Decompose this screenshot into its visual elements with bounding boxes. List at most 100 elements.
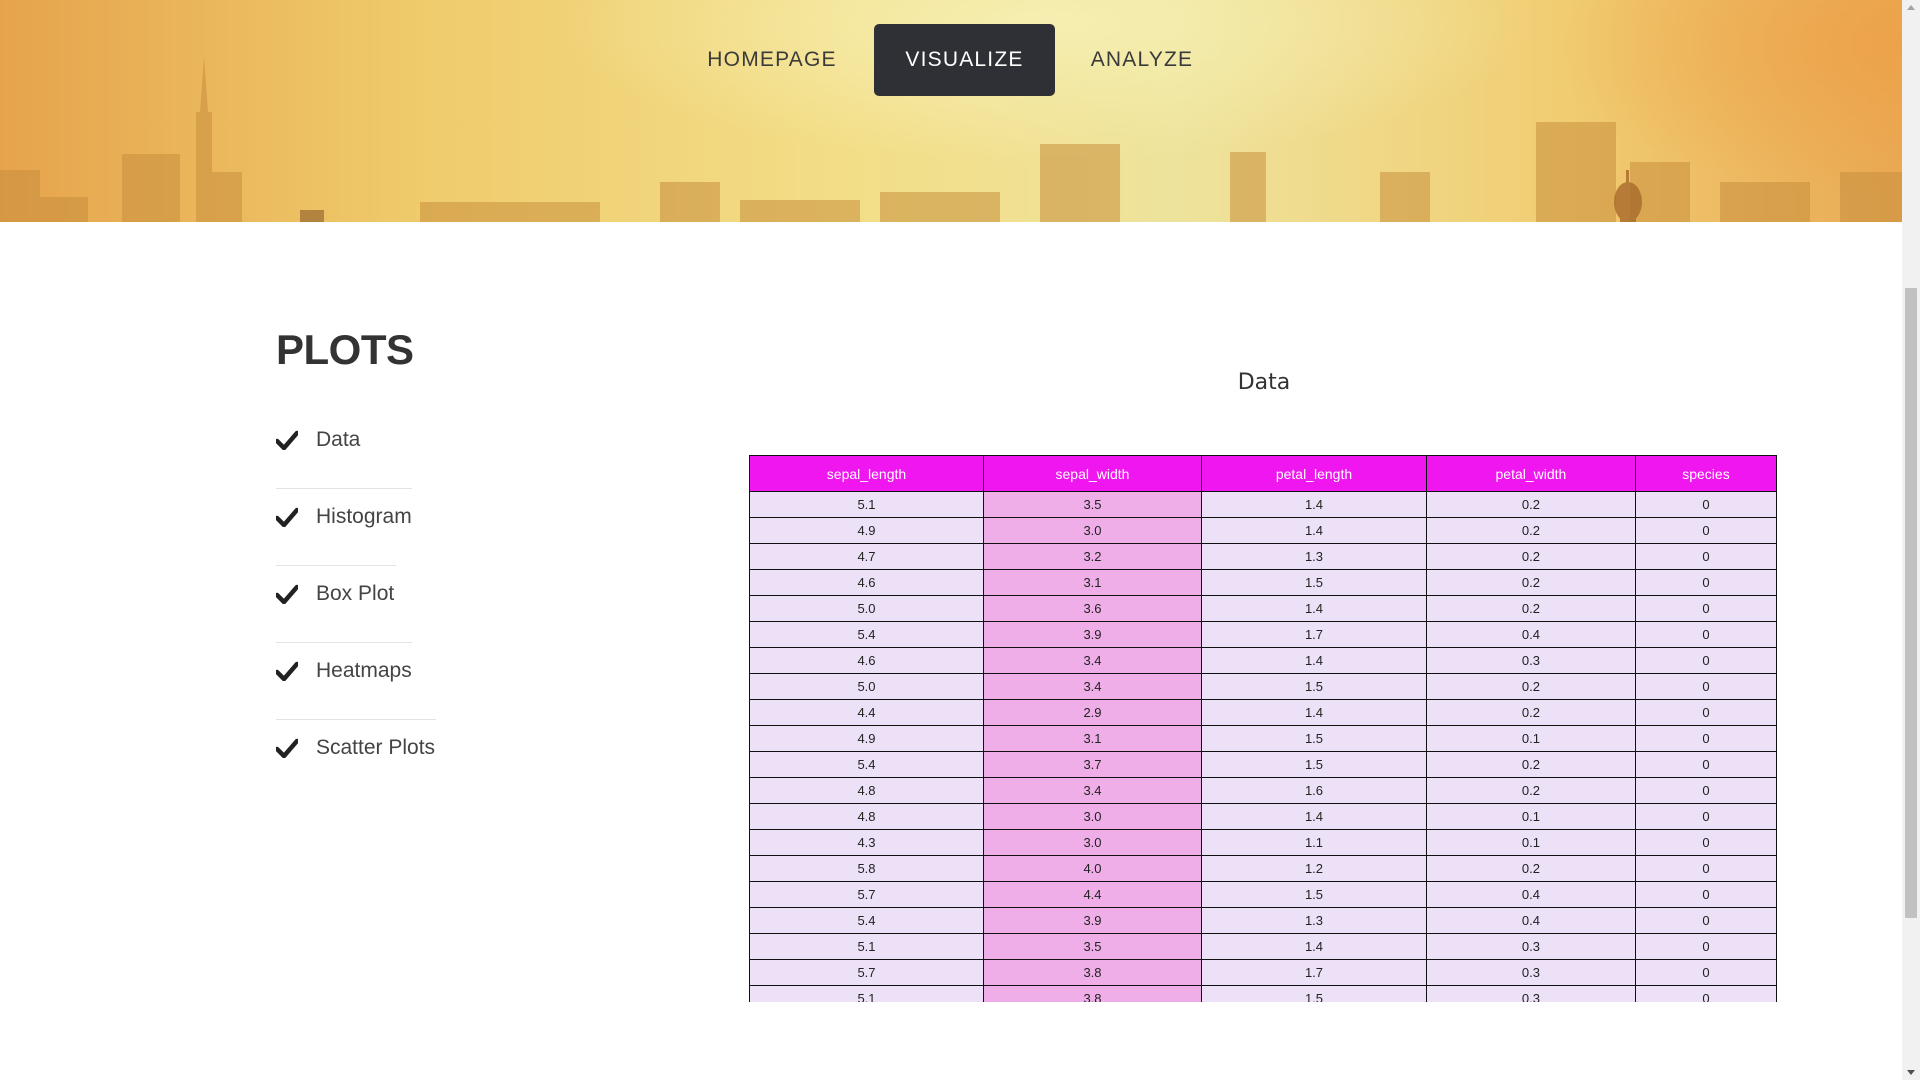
plots-title: PLOTS	[276, 326, 414, 373]
table-row: 5.1 3.5 1.4 0.2 0	[749, 491, 1778, 518]
scroll-down-arrow-icon[interactable]	[1902, 1064, 1920, 1080]
data-table-container[interactable]: sepal_length sepal_width petal_length petal…	[749, 455, 1779, 1002]
table-cell: 1.5	[1201, 569, 1427, 596]
table-cell: 4.8	[749, 777, 984, 804]
menu-item-scatter-plots[interactable]: Scatter Plots	[276, 720, 436, 796]
column-header-sepal-length: sepal_length	[749, 455, 984, 492]
column-header-sepal-width: sepal_width	[982, 455, 1203, 492]
table-cell: 0.2	[1425, 673, 1636, 700]
table-cell: 3.4	[982, 673, 1203, 700]
check-icon	[276, 507, 298, 527]
table-cell: 1.4	[1201, 595, 1427, 622]
table-cell: 1.4	[1201, 491, 1427, 518]
table-row: 5.7 3.8 1.7 0.3 0	[749, 959, 1778, 986]
menu-item-label: Histogram	[316, 505, 412, 528]
table-cell: 4.6	[749, 569, 984, 596]
page-scrollbar[interactable]	[1902, 0, 1920, 1080]
table-cell: 0.4	[1425, 881, 1636, 908]
table-cell: 5.1	[749, 985, 984, 1002]
table-row: 5.4 3.7 1.5 0.2 0	[749, 751, 1778, 778]
table-cell: 5.7	[749, 959, 984, 986]
nav-homepage[interactable]: HOMEPAGE	[690, 24, 854, 96]
table-cell: 0.4	[1425, 621, 1636, 648]
table-cell: 0.3	[1425, 647, 1636, 674]
table-cell: 0	[1634, 907, 1778, 934]
menu-item-heatmaps[interactable]: Heatmaps	[276, 643, 436, 719]
table-cell: 0	[1634, 673, 1778, 700]
table-cell: 3.0	[982, 517, 1203, 544]
table-cell: 1.4	[1201, 647, 1427, 674]
table-cell: 0	[1634, 777, 1778, 804]
menu-item-label: Scatter Plots	[316, 736, 436, 759]
table-cell: 0.2	[1425, 855, 1636, 882]
table-cell: 3.1	[982, 725, 1203, 752]
table-cell: 0	[1634, 569, 1778, 596]
menu-item-box-plot[interactable]: Box Plot	[276, 566, 436, 642]
table-cell: 5.4	[749, 751, 984, 778]
table-cell: 0	[1634, 647, 1778, 674]
table-cell: 0.4	[1425, 907, 1636, 934]
table-row: 4.3 3.0 1.1 0.1 0	[749, 829, 1778, 856]
table-title: Data	[1237, 370, 1291, 395]
menu-item-histogram[interactable]: Histogram	[276, 489, 436, 565]
table-row: 5.8 4.0 1.2 0.2 0	[749, 855, 1778, 882]
table-cell: 0.2	[1425, 751, 1636, 778]
table-cell: 0.3	[1425, 933, 1636, 960]
table-cell: 5.8	[749, 855, 984, 882]
table-cell: 5.0	[749, 595, 984, 622]
table-cell: 0	[1634, 803, 1778, 830]
table-cell: 3.9	[982, 621, 1203, 648]
table-cell: 2.9	[982, 699, 1203, 726]
table-row: 5.7 4.4 1.5 0.4 0	[749, 881, 1778, 908]
table-cell: 0	[1634, 933, 1778, 960]
table-cell: 1.3	[1201, 907, 1427, 934]
table-header-row: sepal_length sepal_width petal_length petal…	[749, 455, 1778, 492]
menu-item-data[interactable]: Data	[276, 412, 436, 488]
table-cell: 5.0	[749, 673, 984, 700]
table-cell: 3.6	[982, 595, 1203, 622]
plots-menu: Data Histogram Box Plot Heatmaps Scatter…	[276, 412, 436, 796]
hero-banner: HOMEPAGE VISUALIZE ANALYZE	[0, 0, 1902, 222]
column-header-petal-width: petal_width	[1425, 455, 1636, 492]
scroll-up-arrow-icon[interactable]	[1902, 0, 1920, 16]
table-row: 4.6 3.1 1.5 0.2 0	[749, 569, 1778, 596]
table-cell: 0.2	[1425, 543, 1636, 570]
nav-visualize[interactable]: VISUALIZE	[874, 24, 1055, 96]
table-cell: 3.0	[982, 829, 1203, 856]
table-cell: 3.5	[982, 933, 1203, 960]
table-cell: 3.8	[982, 959, 1203, 986]
table-row: 5.4 3.9 1.3 0.4 0	[749, 907, 1778, 934]
table-cell: 4.3	[749, 829, 984, 856]
table-cell: 5.1	[749, 933, 984, 960]
table-cell: 1.5	[1201, 751, 1427, 778]
table-cell: 0.2	[1425, 517, 1636, 544]
table-cell: 0	[1634, 881, 1778, 908]
table-cell: 4.4	[749, 699, 984, 726]
table-cell: 1.3	[1201, 543, 1427, 570]
menu-item-label: Box Plot	[316, 582, 395, 605]
table-cell: 4.8	[749, 803, 984, 830]
table-row: 5.0 3.6 1.4 0.2 0	[749, 595, 1778, 622]
table-row: 5.1 3.5 1.4 0.3 0	[749, 933, 1778, 960]
table-cell: 0.1	[1425, 725, 1636, 752]
table-cell: 5.1	[749, 491, 984, 518]
table-cell: 0.2	[1425, 699, 1636, 726]
column-header-petal-length: petal_length	[1201, 455, 1427, 492]
table-cell: 1.5	[1201, 881, 1427, 908]
main-nav: HOMEPAGE VISUALIZE ANALYZE	[0, 24, 1902, 96]
table-row: 4.8 3.4 1.6 0.2 0	[749, 777, 1778, 804]
table-cell: 1.2	[1201, 855, 1427, 882]
check-icon	[276, 738, 298, 758]
check-icon	[276, 430, 298, 450]
table-cell: 4.0	[982, 855, 1203, 882]
table-row: 4.9 3.0 1.4 0.2 0	[749, 517, 1778, 544]
column-header-species: species	[1634, 455, 1778, 492]
table-cell: 3.5	[982, 491, 1203, 518]
table-cell: 4.9	[749, 725, 984, 752]
table-cell: 5.7	[749, 881, 984, 908]
table-row: 4.8 3.0 1.4 0.1 0	[749, 803, 1778, 830]
table-cell: 0.1	[1425, 803, 1636, 830]
table-cell: 0	[1634, 491, 1778, 518]
scrollbar-thumb[interactable]	[1905, 288, 1917, 918]
nav-analyze[interactable]: ANALYZE	[1076, 24, 1208, 96]
